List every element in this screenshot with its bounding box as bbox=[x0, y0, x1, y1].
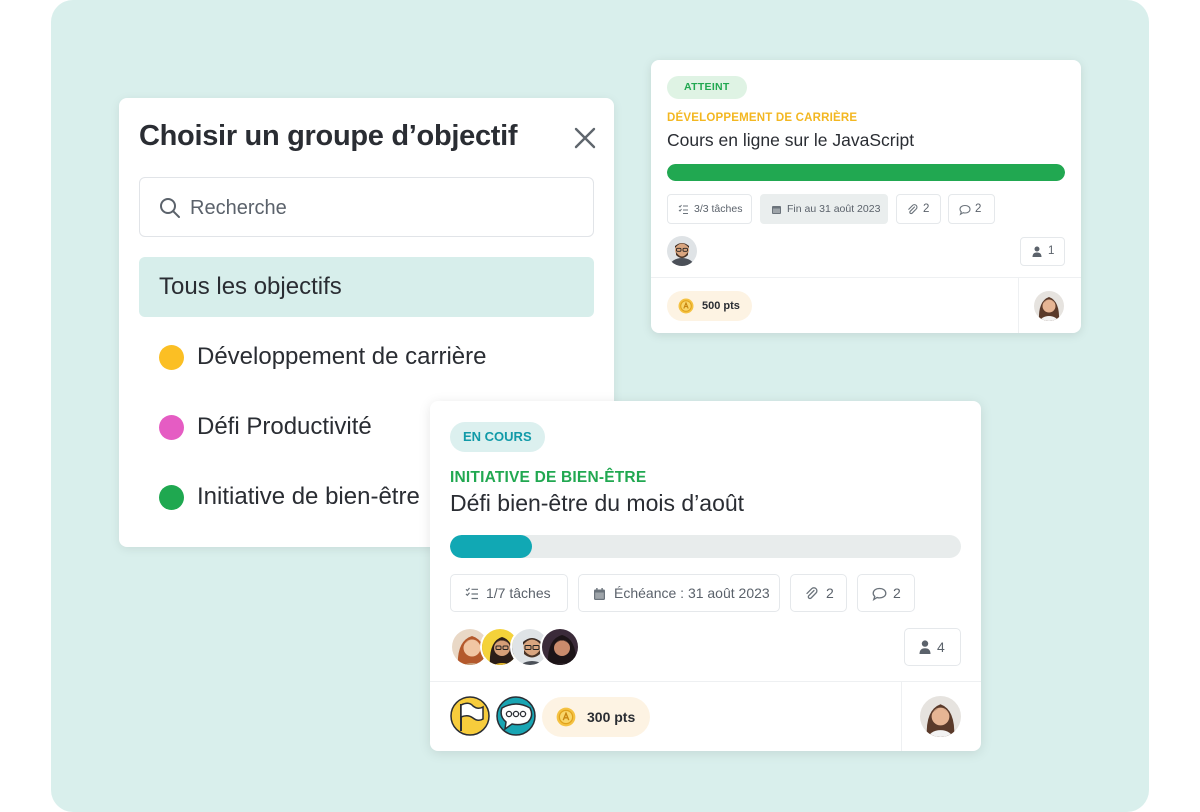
option-career-development[interactable]: Développement de carrière bbox=[139, 337, 594, 377]
close-button[interactable] bbox=[571, 124, 599, 152]
points-badge: 300 pts bbox=[542, 697, 651, 737]
search-input[interactable] bbox=[190, 192, 580, 224]
goal-category: DÉVELOPPEMENT DE CARRIÈRE bbox=[667, 112, 858, 124]
user-icon bbox=[1032, 246, 1042, 257]
participants-avatars[interactable] bbox=[450, 627, 580, 667]
comments-chip[interactable]: 2 bbox=[948, 194, 995, 224]
comments-count: 2 bbox=[975, 203, 982, 215]
calendar-icon bbox=[772, 206, 781, 214]
calendar-icon bbox=[594, 588, 605, 600]
close-icon bbox=[574, 127, 596, 149]
checklist-icon bbox=[678, 204, 688, 214]
status-badge: ATTEINT bbox=[667, 76, 747, 99]
tasks-chip[interactable]: 1/7 tâches bbox=[450, 574, 568, 612]
option-label: Initiative de bien-être bbox=[197, 483, 420, 510]
progress-bar bbox=[667, 164, 1065, 181]
option-label: Développement de carrière bbox=[197, 343, 487, 370]
points-value: 500 pts bbox=[702, 300, 740, 312]
members-count: 1 bbox=[1048, 245, 1055, 257]
group-color-dot bbox=[159, 345, 184, 370]
progress-fill bbox=[667, 164, 1065, 181]
goal-card-javascript-course[interactable]: ATTEINT DÉVELOPPEMENT DE CARRIÈRE Cours … bbox=[651, 60, 1081, 333]
attachments-chip[interactable]: 2 bbox=[790, 574, 847, 612]
comments-count: 2 bbox=[893, 585, 901, 601]
paperclip-icon bbox=[806, 587, 818, 600]
option-all-label: Tous les objectifs bbox=[159, 273, 342, 300]
members-chip[interactable]: 4 bbox=[904, 628, 961, 666]
tasks-count: 1/7 tâches bbox=[486, 585, 551, 601]
tasks-chip[interactable]: 3/3 tâches bbox=[667, 194, 752, 224]
progress-fill bbox=[450, 535, 532, 558]
checklist-icon bbox=[465, 587, 478, 600]
goal-title: Cours en ligne sur le JavaScript bbox=[667, 130, 915, 150]
option-label: Défi Productivité bbox=[197, 413, 372, 440]
points-value: 300 pts bbox=[587, 709, 636, 725]
members-chip[interactable]: 1 bbox=[1020, 237, 1065, 266]
divider bbox=[651, 277, 1081, 278]
status-badge: EN COURS bbox=[450, 422, 545, 452]
points-badge: 500 pts bbox=[667, 291, 752, 321]
group-color-dot bbox=[159, 485, 184, 510]
tasks-count: 3/3 tâches bbox=[694, 203, 743, 215]
deadline-text: Échéance : 31 août 2023 bbox=[614, 585, 770, 601]
deadline-text: Fin au 31 août 2023 bbox=[787, 203, 881, 215]
chat-badge-icon bbox=[496, 696, 536, 736]
search-icon bbox=[160, 198, 180, 218]
flag-badge-icon bbox=[450, 696, 490, 736]
divider bbox=[901, 682, 902, 751]
comments-chip[interactable]: 2 bbox=[857, 574, 915, 612]
divider bbox=[1018, 278, 1019, 333]
participant-avatar[interactable] bbox=[540, 627, 580, 667]
paperclip-icon bbox=[908, 204, 918, 215]
user-icon bbox=[919, 640, 931, 654]
owner-avatar[interactable] bbox=[1034, 291, 1064, 321]
coin-icon bbox=[556, 707, 576, 727]
search-box[interactable] bbox=[139, 177, 594, 237]
deadline-chip[interactable]: Fin au 31 août 2023 bbox=[760, 194, 888, 224]
divider bbox=[430, 681, 981, 682]
option-all-goals[interactable]: Tous les objectifs bbox=[139, 257, 594, 317]
attachments-chip[interactable]: 2 bbox=[896, 194, 941, 224]
progress-bar bbox=[450, 535, 961, 558]
deadline-chip[interactable]: Échéance : 31 août 2023 bbox=[578, 574, 780, 612]
assignee-avatar[interactable] bbox=[667, 236, 697, 266]
group-color-dot bbox=[159, 415, 184, 440]
attachments-count: 2 bbox=[826, 585, 834, 601]
goal-card-wellbeing-challenge[interactable]: EN COURS INITIATIVE DE BIEN-ÊTRE Défi bi… bbox=[430, 401, 981, 751]
panel-title: Choisir un groupe d’objectif bbox=[139, 120, 518, 152]
owner-avatar[interactable] bbox=[920, 696, 961, 737]
goal-title: Défi bien-être du mois d’août bbox=[450, 490, 745, 516]
comment-icon bbox=[872, 587, 887, 601]
comment-icon bbox=[959, 204, 971, 216]
members-count: 4 bbox=[937, 639, 945, 655]
goal-category: INITIATIVE DE BIEN-ÊTRE bbox=[450, 469, 647, 486]
coin-icon bbox=[678, 298, 694, 314]
attachments-count: 2 bbox=[923, 203, 930, 215]
